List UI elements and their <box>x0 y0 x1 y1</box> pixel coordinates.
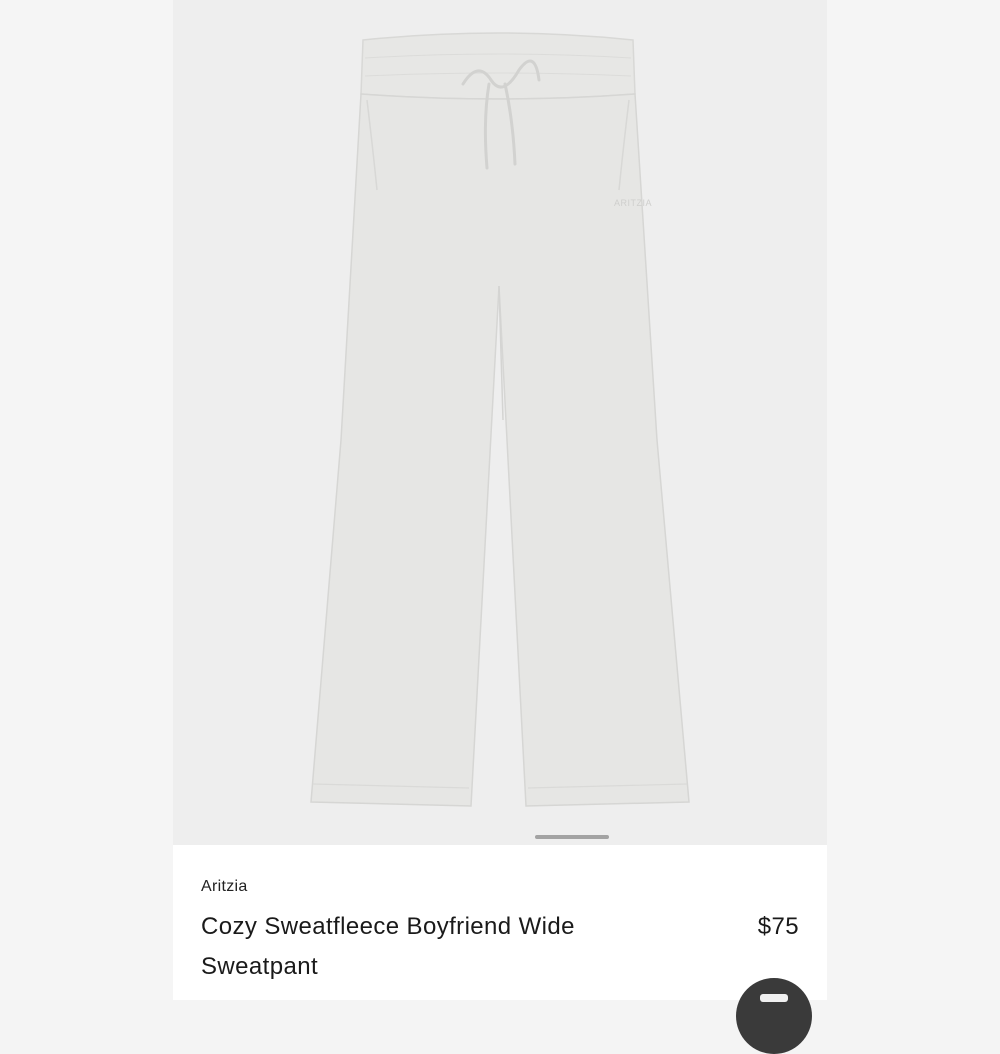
waistband <box>360 32 636 100</box>
left-margin <box>0 0 173 1000</box>
chat-icon <box>760 994 788 1002</box>
chat-button[interactable] <box>736 978 812 1054</box>
product-title[interactable]: Cozy Sweatfleece Boyfriend Wide Sweatpan… <box>201 907 671 987</box>
product-info-panel: Aritzia Cozy Sweatfleece Boyfriend Wide … <box>173 845 827 1000</box>
product-price: $75 <box>757 913 799 940</box>
garment-logo: ARITZIA <box>614 198 653 208</box>
product-image[interactable]: ARITZIA <box>173 0 827 845</box>
carousel-indicator[interactable] <box>535 835 609 839</box>
brand-name[interactable]: Aritzia <box>201 878 248 896</box>
sweatpant-illustration <box>310 32 690 807</box>
right-margin <box>827 0 1000 1000</box>
